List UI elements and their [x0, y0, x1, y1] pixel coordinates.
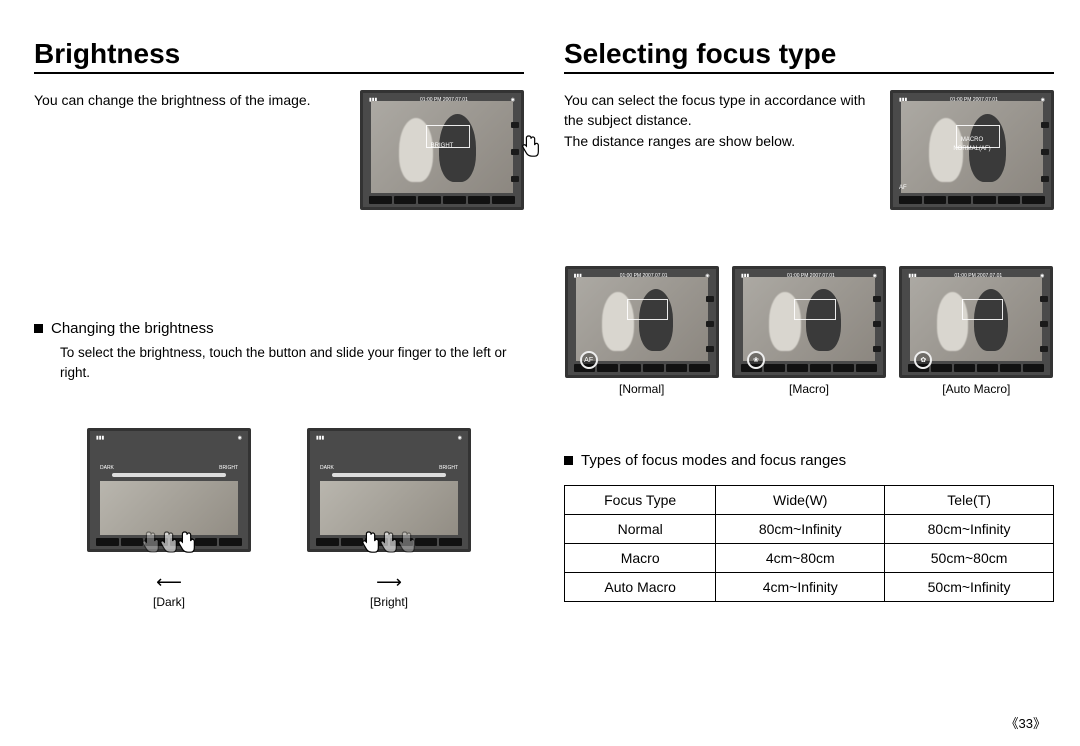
table-row: Macro 4cm~80cm 50cm~80cm: [565, 544, 1054, 573]
macro-caption: [Macro]: [789, 382, 829, 396]
table-header: Wide(W): [716, 486, 885, 515]
left-column: Brightness You can change the brightness…: [34, 38, 524, 609]
bullet-icon: [34, 324, 43, 333]
table-header: Focus Type: [565, 486, 716, 515]
table-row: Normal 80cm~Infinity 80cm~Infinity: [565, 515, 1054, 544]
changing-brightness-subhead: Changing the brightness: [51, 320, 214, 337]
focus-normal-lcd: ▮▮▮01:00 PM 2007.07.01◉ AF: [565, 266, 719, 378]
macro-mode-icon: ❀: [747, 351, 765, 369]
bright-caption: [Bright]: [370, 595, 408, 609]
focus-intro: You can select the focus type in accorda…: [564, 90, 874, 151]
bullet-icon: [564, 456, 573, 465]
automacro-caption: [Auto Macro]: [942, 382, 1010, 396]
hand-pointer-icon: [158, 530, 180, 570]
focus-title: Selecting focus type: [564, 38, 1054, 74]
table-header: Tele(T): [885, 486, 1054, 515]
brightness-main-lcd: ▮▮▮01:00 PM 2007.07.01◉ BRIGHT: [360, 90, 524, 210]
brightness-slide-examples: ▮▮▮◉ DARKBRIGHT ⟵ [Dark] ▮▮▮◉ DARKBRI: [34, 428, 524, 609]
dark-caption: [Dark]: [153, 595, 185, 609]
arrow-left-icon: ⟵: [156, 572, 182, 593]
normal-caption: [Normal]: [619, 382, 664, 396]
brightness-intro: You can change the brightness of the ima…: [34, 90, 344, 110]
page-number: 《33》: [1006, 713, 1046, 732]
focus-macro-lcd: ▮▮▮01:00 PM 2007.07.01◉ ❀: [732, 266, 886, 378]
focus-automacro-lcd: ▮▮▮01:00 PM 2007.07.01◉ ✿: [899, 266, 1053, 378]
af-mode-icon: AF: [580, 351, 598, 369]
arrow-right-icon: ⟶: [376, 572, 402, 593]
focus-main-lcd: ▮▮▮01:00 PM 2007.07.01◉ MACRONORMAL(AF) …: [890, 90, 1054, 210]
changing-brightness-text: To select the brightness, touch the butt…: [60, 343, 524, 384]
focus-examples-row: ▮▮▮01:00 PM 2007.07.01◉ AF [Normal] ▮▮▮0…: [564, 266, 1054, 396]
right-column: Selecting focus type You can select the …: [564, 38, 1054, 609]
focus-range-table: Focus Type Wide(W) Tele(T) Normal 80cm~I…: [564, 485, 1054, 602]
table-row: Auto Macro 4cm~Infinity 50cm~Infinity: [565, 573, 1054, 602]
focus-table-subhead: Types of focus modes and focus ranges: [581, 452, 846, 469]
brightness-title: Brightness: [34, 38, 524, 74]
hand-pointer-icon: [396, 530, 418, 570]
table-row: Focus Type Wide(W) Tele(T): [565, 486, 1054, 515]
hand-pointer-icon: [518, 134, 544, 164]
